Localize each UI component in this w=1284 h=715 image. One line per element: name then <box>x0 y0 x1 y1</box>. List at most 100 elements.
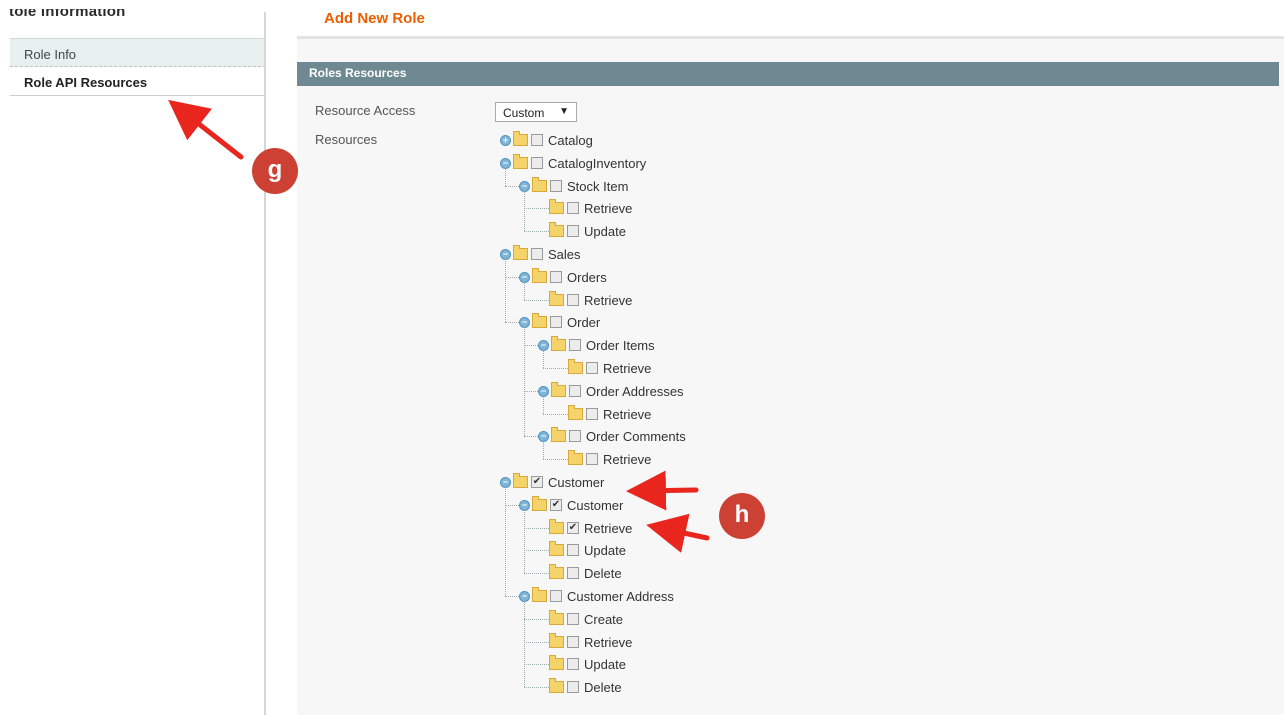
collapse-icon[interactable]: − <box>538 339 549 351</box>
tree-connector <box>524 687 549 688</box>
tree-node-order-comments[interactable]: − Order Comments <box>538 427 686 445</box>
tree-node-label: Retrieve <box>603 451 652 467</box>
tree-node-label: Catalog <box>548 132 593 148</box>
tree-node-checkbox[interactable] <box>586 362 598 374</box>
folder-icon <box>513 245 528 260</box>
tree-node-checkbox[interactable]: ✔ <box>531 476 543 488</box>
tree-node-checkbox[interactable] <box>531 157 543 169</box>
tree-connector <box>543 459 568 460</box>
tree-node-stock-item-update[interactable]: Update <box>549 222 626 240</box>
tree-node-checkbox[interactable] <box>569 339 581 351</box>
tree-node-order-items-retrieve[interactable]: Retrieve <box>568 359 651 377</box>
tree-node-order-addresses[interactable]: − Order Addresses <box>538 382 684 400</box>
tree-node-label: Customer <box>567 497 624 513</box>
tree-node-customer-address-retrieve[interactable]: Retrieve <box>549 633 632 651</box>
resource-access-select[interactable]: Custom ▼ <box>495 102 577 122</box>
tree-connector <box>543 368 568 369</box>
tree-node-checkbox[interactable] <box>550 590 562 602</box>
tree-connector <box>524 528 549 529</box>
folder-icon <box>532 177 547 192</box>
tab-role-info[interactable]: Role Info <box>10 38 266 67</box>
folder-icon <box>549 541 564 556</box>
tree-guide <box>543 396 544 414</box>
tree-node-checkbox[interactable] <box>550 180 562 192</box>
folder-icon <box>549 291 564 306</box>
tree-guide <box>543 350 544 368</box>
folder-icon <box>549 610 564 625</box>
resource-access-value: Custom <box>503 106 545 120</box>
tree-node-label: Order Items <box>586 337 655 353</box>
tree-node-checkbox[interactable] <box>567 225 579 237</box>
collapse-icon[interactable]: − <box>538 385 549 397</box>
tree-guide <box>505 168 506 186</box>
tree-node-checkbox[interactable] <box>567 636 579 648</box>
tree-node-checkbox[interactable] <box>550 271 562 283</box>
annotation-badge-h: h <box>719 493 765 539</box>
tree-node-orders-retrieve[interactable]: Retrieve <box>549 291 632 309</box>
folder-icon <box>549 222 564 237</box>
tree-node-sales[interactable]: − Sales <box>500 245 581 263</box>
tree-guide <box>524 191 525 231</box>
tree-node-checkbox[interactable] <box>569 430 581 442</box>
tree-node-checkbox[interactable] <box>586 408 598 420</box>
collapse-icon[interactable]: − <box>519 271 530 283</box>
tab-role-api-resources[interactable]: Role API Resources <box>10 67 266 96</box>
tree-node-checkbox[interactable] <box>567 567 579 579</box>
tree-node-checkbox[interactable]: ✔ <box>567 522 579 534</box>
tree-node-order-addresses-retrieve[interactable]: Retrieve <box>568 405 651 423</box>
tree-connector <box>505 186 519 187</box>
tree-node-checkbox[interactable] <box>531 248 543 260</box>
tree-node-customer-address-create[interactable]: Create <box>549 610 623 628</box>
tree-connector <box>524 300 549 301</box>
tree-node-label: Order <box>567 314 601 330</box>
tree-node-checkbox[interactable] <box>569 385 581 397</box>
tree-node-order[interactable]: − Order <box>519 313 600 331</box>
tree-connector <box>524 436 538 437</box>
tree-node-catalog[interactable]: + Catalog <box>500 131 593 149</box>
tree-node-label: Retrieve <box>584 634 633 650</box>
tree-node-customer-update[interactable]: Update <box>549 541 626 559</box>
tree-node-customer[interactable]: − ✔ Customer <box>500 473 604 491</box>
tree-node-checkbox[interactable] <box>586 453 598 465</box>
tree-node-checkbox[interactable] <box>567 681 579 693</box>
tree-node-customer-sub[interactable]: − ✔ Customer <box>519 496 623 514</box>
tree-node-checkbox[interactable] <box>531 134 543 146</box>
tree-node-order-comments-retrieve[interactable]: Retrieve <box>568 450 651 468</box>
tree-node-customer-address[interactable]: − Customer Address <box>519 587 674 605</box>
tree-guide <box>524 510 525 573</box>
collapse-icon[interactable]: − <box>500 248 511 260</box>
collapse-icon[interactable]: − <box>519 316 530 328</box>
tree-node-label: Stock Item <box>567 178 629 194</box>
folder-icon <box>568 450 583 465</box>
tree-node-customer-retrieve[interactable]: ✔ Retrieve <box>549 519 632 537</box>
tree-node-customer-address-delete[interactable]: Delete <box>549 678 622 696</box>
expand-icon[interactable]: + <box>500 134 511 146</box>
collapse-icon[interactable]: − <box>519 590 530 602</box>
folder-icon <box>551 427 566 442</box>
tree-node-cataloginventory[interactable]: − CatalogInventory <box>500 154 646 172</box>
tree-node-checkbox[interactable] <box>550 316 562 328</box>
tree-node-checkbox[interactable] <box>567 294 579 306</box>
page-header: Add New Role <box>297 0 1284 39</box>
collapse-icon[interactable]: − <box>538 430 549 442</box>
folder-icon <box>549 564 564 579</box>
tree-node-orders[interactable]: − Orders <box>519 268 607 286</box>
tree-connector <box>524 619 549 620</box>
collapse-icon[interactable]: − <box>519 180 530 192</box>
tree-node-checkbox[interactable] <box>567 658 579 670</box>
tree-node-checkbox[interactable] <box>567 544 579 556</box>
tree-node-checkbox[interactable]: ✔ <box>550 499 562 511</box>
collapse-icon[interactable]: − <box>519 499 530 511</box>
tree-node-stock-item-retrieve[interactable]: Retrieve <box>549 199 632 217</box>
collapse-icon[interactable]: − <box>500 157 511 169</box>
tree-connector <box>524 573 549 574</box>
tree-node-checkbox[interactable] <box>567 613 579 625</box>
tree-node-label: Order Comments <box>586 428 686 444</box>
collapse-icon[interactable]: − <box>500 476 511 488</box>
tree-node-label: Customer Address <box>567 588 674 604</box>
tree-node-checkbox[interactable] <box>567 202 579 214</box>
tree-node-customer-delete[interactable]: Delete <box>549 564 622 582</box>
tree-node-customer-address-update[interactable]: Update <box>549 655 626 673</box>
tree-node-order-items[interactable]: − Order Items <box>538 336 655 354</box>
tree-node-stock-item[interactable]: − Stock Item <box>519 177 628 195</box>
